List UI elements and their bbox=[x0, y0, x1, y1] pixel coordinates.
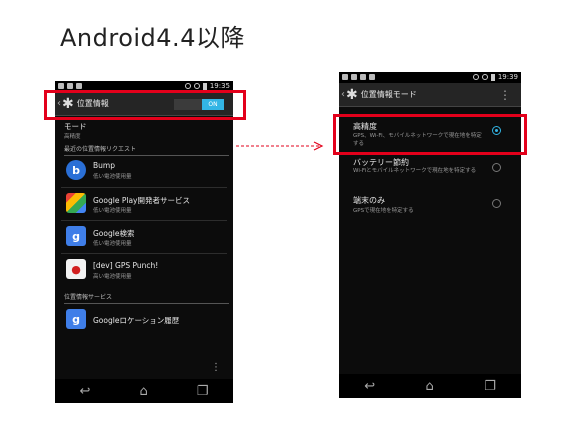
mode-value: 高精度 bbox=[64, 134, 81, 140]
status-clock: 19:35 bbox=[209, 82, 230, 90]
divider bbox=[61, 187, 227, 188]
status-bar: 19:39 bbox=[339, 72, 521, 83]
app-battery-usage: 高い電池使用量 bbox=[93, 274, 132, 280]
wifi-icon bbox=[481, 74, 488, 80]
overflow-menu-icon[interactable]: ⋮ bbox=[211, 362, 221, 373]
back-caret-icon[interactable]: ‹ bbox=[341, 89, 345, 100]
arrow-connector bbox=[236, 141, 324, 151]
battery-icon bbox=[490, 73, 495, 81]
phone-location-settings: 19:35 ‹ ✱ 位置情報 ON モード 高精度 最近の位置情報リクエスト b… bbox=[55, 81, 233, 403]
option-title[interactable]: 端末のみ bbox=[353, 195, 385, 206]
gear-icon[interactable]: ✱ bbox=[346, 88, 358, 102]
wifi-icon bbox=[193, 83, 200, 89]
home-icon[interactable]: ⌂ bbox=[139, 384, 147, 399]
app-battery-usage: 低い電池使用量 bbox=[93, 208, 132, 214]
highlight-box bbox=[44, 90, 246, 120]
location-icon bbox=[472, 74, 479, 80]
notification-icon bbox=[67, 83, 73, 89]
google-g-icon: g bbox=[66, 309, 86, 329]
recents-icon[interactable]: ❐ bbox=[197, 384, 209, 399]
option-desc: Wi-Fiとモバイルネットワークで現在地を特定する bbox=[353, 168, 477, 174]
notification-icon bbox=[76, 83, 82, 89]
recents-icon[interactable]: ❐ bbox=[484, 379, 496, 394]
back-icon[interactable]: ↩ bbox=[80, 384, 91, 399]
service-item[interactable]: Googleロケーション履歴 bbox=[93, 315, 179, 326]
radio-device-only[interactable] bbox=[492, 199, 501, 208]
option-desc: GPSで現在地を特定する bbox=[353, 208, 414, 214]
puzzle-icon bbox=[66, 193, 86, 213]
app-name[interactable]: Google Play開発者サービス bbox=[93, 195, 190, 206]
notification-icon bbox=[342, 74, 348, 80]
highlight-box bbox=[333, 114, 527, 155]
location-icon bbox=[184, 83, 191, 89]
battery-icon bbox=[202, 82, 207, 90]
notification-icon bbox=[58, 83, 64, 89]
status-clock: 19:39 bbox=[497, 73, 518, 81]
back-icon[interactable]: ↩ bbox=[364, 379, 375, 394]
mode-label[interactable]: モード bbox=[64, 121, 87, 132]
divider bbox=[61, 220, 227, 221]
slide-title: Android4.4以降 bbox=[60, 24, 245, 52]
action-bar: ‹ ✱ 位置情報モード ⋮ bbox=[339, 83, 521, 107]
bump-icon: b bbox=[66, 160, 86, 180]
app-name[interactable]: [dev] GPS Punch! bbox=[93, 261, 158, 270]
nav-bar: ↩ ⌂ ❐ bbox=[55, 379, 233, 403]
radio-battery-saving[interactable] bbox=[492, 163, 501, 172]
page-title: 位置情報モード bbox=[360, 90, 417, 99]
location-services-header: 位置情報サービス bbox=[64, 292, 229, 304]
map-pin-icon: ● bbox=[66, 259, 86, 279]
app-name[interactable]: Bump bbox=[93, 161, 115, 170]
home-icon[interactable]: ⌂ bbox=[425, 379, 433, 394]
notification-icon bbox=[369, 74, 375, 80]
app-battery-usage: 低い電池使用量 bbox=[93, 174, 132, 180]
nav-bar: ↩ ⌂ ❐ bbox=[339, 374, 521, 398]
notification-icon bbox=[351, 74, 357, 80]
notification-icon bbox=[360, 74, 366, 80]
divider bbox=[61, 253, 227, 254]
app-battery-usage: 低い電池使用量 bbox=[93, 241, 132, 247]
app-name[interactable]: Google検索 bbox=[93, 228, 134, 239]
overflow-menu-icon[interactable]: ⋮ bbox=[499, 89, 511, 101]
google-g-icon: g bbox=[66, 226, 86, 246]
recent-requests-header: 最近の位置情報リクエスト bbox=[64, 144, 229, 156]
